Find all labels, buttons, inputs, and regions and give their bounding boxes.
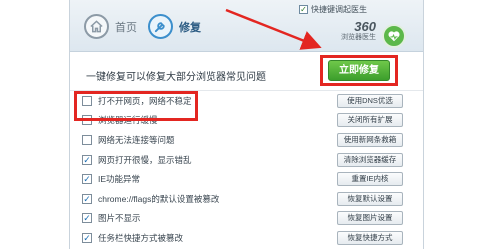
red-arrow-annotation: [225, 8, 322, 50]
